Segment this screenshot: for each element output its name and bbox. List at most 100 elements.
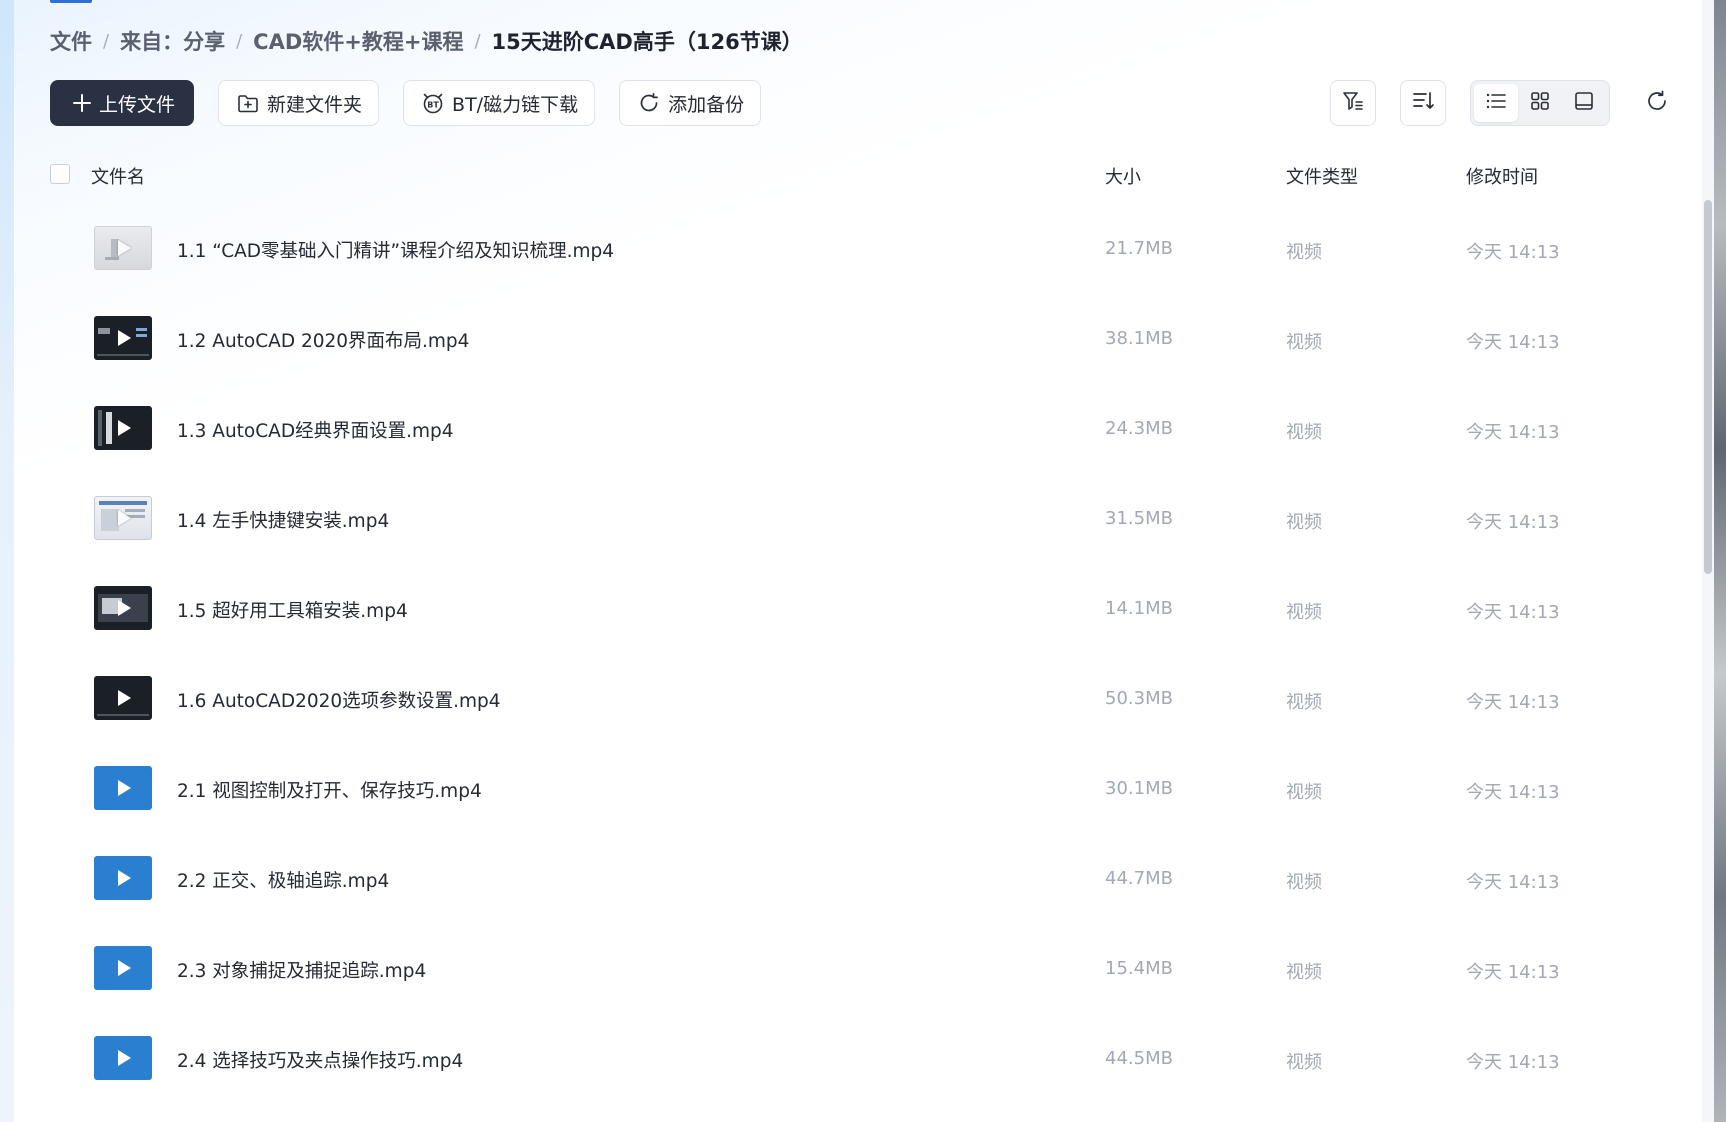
toolbar-right [1330,79,1680,127]
file-name[interactable]: 1.5 超好用工具箱安装.mp4 [177,597,408,623]
list-view-icon [1485,91,1507,115]
preview-view-icon [1574,91,1594,115]
file-name[interactable]: 2.4 选择技巧及夹点操作技巧.mp4 [177,1047,463,1073]
play-icon [118,510,131,526]
file-size: 50.3MB [1105,688,1173,709]
video-thumbnail [94,856,152,900]
video-thumbnail [94,316,152,360]
active-tab-indicator [50,0,92,3]
file-size: 44.5MB [1105,1048,1173,1069]
file-name[interactable]: 1.1 “CAD零基础入门精讲”课程介绍及知识梳理.mp4 [177,237,614,263]
bt-download-button[interactable]: BT BT/磁力链下载 [403,80,596,126]
file-type: 视频 [1286,692,1322,713]
table-row[interactable]: 2.3 对象捕捉及捕捉追踪.mp4 15.4MB 视频 今天 14:13 [50,924,1680,1014]
table-row[interactable]: 1.5 超好用工具箱安装.mp4 14.1MB 视频 今天 14:13 [50,564,1680,654]
file-name[interactable]: 2.1 视图控制及打开、保存技巧.mp4 [177,777,482,803]
bt-download-button-label: BT/磁力链下载 [452,93,579,116]
file-modified: 今天 14:13 [1466,782,1560,803]
grid-view-icon [1530,91,1550,115]
breadcrumb: 文件 / 来自：分享 / CAD软件+教程+课程 / 15天进阶CAD高手（12… [50,24,803,58]
file-type: 视频 [1286,1052,1322,1073]
table-row[interactable]: 2.1 视图控制及打开、保存技巧.mp4 30.1MB 视频 今天 14:13 [50,744,1680,834]
file-modified: 今天 14:13 [1466,872,1560,893]
file-size: 30.1MB [1105,778,1173,799]
file-name[interactable]: 1.4 左手快捷键安装.mp4 [177,507,389,533]
file-modified: 今天 14:13 [1466,512,1560,533]
video-thumbnail [94,496,152,540]
file-modified: 今天 14:13 [1466,602,1560,623]
upload-button-label: 上传文件 [99,93,176,116]
play-icon [118,960,131,976]
video-thumbnail [94,1036,152,1080]
refresh-button[interactable] [1634,80,1680,126]
bt-magnet-icon: BT [420,90,446,116]
table-row[interactable]: 1.2 AutoCAD 2020界面布局.mp4 38.1MB 视频 今天 14… [50,294,1680,384]
column-header-size[interactable]: 大小 [1105,163,1141,189]
video-thumbnail [94,946,152,990]
play-icon [118,330,131,346]
column-header-modified[interactable]: 修改时间 [1466,163,1538,189]
view-mode-switch [1470,80,1610,126]
file-type: 视频 [1286,782,1322,803]
play-icon [118,1050,131,1066]
breadcrumb-item-shared[interactable]: 来自：分享 [120,26,225,56]
video-thumbnail [94,586,152,630]
column-header-type[interactable]: 文件类型 [1286,163,1358,189]
file-name[interactable]: 2.2 正交、极轴追踪.mp4 [177,867,389,893]
table-row[interactable]: 2.4 选择技巧及夹点操作技巧.mp4 44.5MB 视频 今天 14:13 [50,1014,1680,1104]
preview-view-option[interactable] [1562,84,1606,122]
new-folder-button[interactable]: 新建文件夹 [218,80,380,126]
file-type: 视频 [1286,332,1322,353]
table-row[interactable]: 1.3 AutoCAD经典界面设置.mp4 24.3MB 视频 今天 14:13 [50,384,1680,474]
file-size: 24.3MB [1105,418,1173,439]
file-modified: 今天 14:13 [1466,1052,1560,1073]
file-size: 14.1MB [1105,598,1173,619]
scrollbar-thumb[interactable] [1704,200,1712,574]
file-size: 15.4MB [1105,958,1173,979]
table-row[interactable]: 1.1 “CAD零基础入门精讲”课程介绍及知识梳理.mp4 21.7MB 视频 … [50,204,1680,294]
table-row[interactable]: 1.4 左手快捷键安装.mp4 31.5MB 视频 今天 14:13 [50,474,1680,564]
file-name[interactable]: 2.3 对象捕捉及捕捉追踪.mp4 [177,957,426,983]
sort-button[interactable] [1400,80,1446,126]
play-icon [118,780,131,796]
file-name[interactable]: 1.6 AutoCAD2020选项参数设置.mp4 [177,687,501,713]
add-backup-button[interactable]: 添加备份 [619,80,762,126]
file-type: 视频 [1286,872,1322,893]
toolbar: 上传文件 新建文件夹 BT BT/磁力链下载 添加备份 [50,79,785,127]
list-view-option[interactable] [1474,84,1518,122]
file-name[interactable]: 1.3 AutoCAD经典界面设置.mp4 [177,417,454,443]
filter-button[interactable] [1330,80,1376,126]
play-icon [118,600,131,616]
file-type: 视频 [1286,242,1322,263]
column-header-name[interactable]: 文件名 [91,163,145,189]
file-size: 38.1MB [1105,328,1173,349]
video-thumbnail [94,676,152,720]
table-header: 文件名 大小 文件类型 修改时间 [50,156,1680,196]
upload-button[interactable]: 上传文件 [50,80,195,126]
breadcrumb-item-files[interactable]: 文件 [50,26,92,56]
refresh-icon [1645,89,1669,117]
add-backup-button-label: 添加备份 [668,93,745,116]
new-folder-button-label: 新建文件夹 [267,93,363,116]
file-modified: 今天 14:13 [1466,242,1560,263]
breadcrumb-separator: / [236,30,243,52]
sort-icon [1411,89,1435,117]
file-size: 44.7MB [1105,868,1173,889]
breadcrumb-item-cad-folder[interactable]: CAD软件+教程+课程 [253,26,463,56]
play-icon [118,870,131,886]
file-modified: 今天 14:13 [1466,692,1560,713]
file-type: 视频 [1286,422,1322,443]
table-row[interactable]: 2.2 正交、极轴追踪.mp4 44.7MB 视频 今天 14:13 [50,834,1680,924]
plus-icon [69,90,95,116]
file-size: 31.5MB [1105,508,1173,529]
table-row[interactable]: 1.6 AutoCAD2020选项参数设置.mp4 50.3MB 视频 今天 1… [50,654,1680,744]
file-size: 21.7MB [1105,238,1173,259]
svg-text:BT: BT [427,101,439,110]
file-modified: 今天 14:13 [1466,422,1560,443]
breadcrumb-separator: / [103,30,110,52]
play-icon [118,240,131,256]
select-all-checkbox[interactable] [50,164,70,184]
grid-view-option[interactable] [1518,84,1562,122]
file-name[interactable]: 1.2 AutoCAD 2020界面布局.mp4 [177,327,469,353]
file-type: 视频 [1286,962,1322,983]
